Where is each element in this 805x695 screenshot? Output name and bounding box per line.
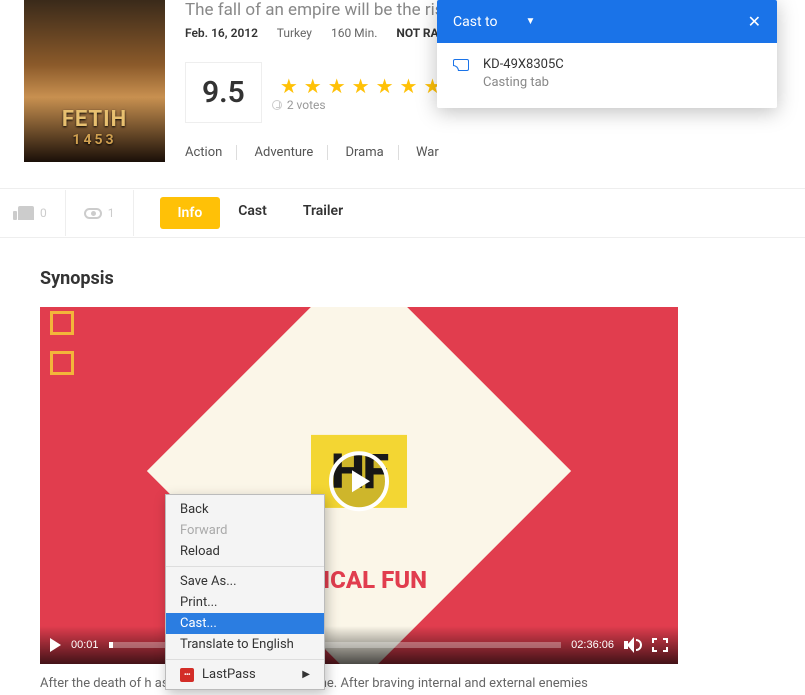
chevron-down-icon[interactable]: ▼ (525, 16, 535, 27)
tab-cast[interactable]: Cast (220, 189, 285, 237)
rating-score: 9.5 (185, 62, 262, 123)
cast-popup-header: Cast to ▼ ✕ (437, 0, 777, 43)
runtime: 160 Min. (331, 26, 377, 40)
play-overlay-button[interactable] (329, 451, 389, 511)
star-icon: ★ (352, 74, 370, 98)
fullscreen-button[interactable] (652, 638, 668, 652)
play-button[interactable] (50, 638, 61, 652)
thumb-up-icon (18, 206, 34, 220)
movie-poster[interactable]: FETIH 1453 (24, 0, 165, 162)
eye-icon (84, 208, 102, 219)
star-icon: ★ (328, 74, 346, 98)
volume-button[interactable] (624, 637, 642, 653)
context-menu: Back Forward Reload Save As... Print... … (165, 494, 325, 690)
cast-device-status: Casting tab (483, 75, 564, 90)
tab-trailer[interactable]: Trailer (285, 189, 361, 237)
ctx-back[interactable]: Back (166, 499, 324, 520)
genre-list: Action Adventure Drama War (185, 145, 805, 160)
cast-popup-title: Cast to (453, 14, 497, 30)
cast-popup: Cast to ▼ ✕ KD-49X8305C Casting tab (437, 0, 777, 108)
ctx-lastpass[interactable]: •••LastPass ▶ (166, 664, 324, 685)
poster-title-text: FETIH (62, 107, 127, 132)
current-time: 00:01 (71, 639, 99, 651)
ctx-translate[interactable]: Translate to English (166, 634, 324, 655)
synopsis-text: After the death of h ascends to the Otto… (40, 674, 765, 695)
ctx-reload[interactable]: Reload (166, 541, 324, 562)
ctx-save-as[interactable]: Save As... (166, 571, 324, 592)
rating-cert: NOT RA (396, 26, 438, 40)
lastpass-icon: ••• (180, 668, 194, 682)
star-icon: ★ (304, 74, 322, 98)
genre-link[interactable]: Drama (331, 145, 398, 160)
chevron-right-icon: ▶ (302, 669, 310, 680)
star-icon: ★ (400, 74, 418, 98)
ctx-cast[interactable]: Cast... (166, 613, 324, 634)
ctx-print[interactable]: Print... (166, 592, 324, 613)
ctx-forward: Forward (166, 520, 324, 541)
like-count: 0 (40, 206, 47, 220)
country: Turkey (277, 26, 312, 40)
star-icon: ★ (280, 74, 298, 98)
video-controls: 00:01 02:36:06 (40, 626, 678, 664)
star-icon: ★ (376, 74, 394, 98)
cast-device-name: KD-49X8305C (483, 57, 564, 72)
duration-time: 02:36:06 (571, 639, 614, 651)
like-button[interactable]: 0 (0, 190, 66, 236)
cast-device-icon (453, 59, 469, 71)
genre-link[interactable]: Action (185, 145, 237, 160)
release-date: Feb. 16, 2012 (185, 26, 258, 40)
views-counter: 1 (66, 190, 133, 236)
tab-info[interactable]: Info (160, 197, 221, 229)
poster-year-text: 1453 (62, 132, 127, 148)
cast-device-item[interactable]: KD-49X8305C Casting tab (453, 57, 761, 90)
close-icon[interactable]: ✕ (748, 12, 761, 31)
votes-icon (272, 100, 282, 110)
video-player[interactable]: HF ORICAL FUN 00:01 02:36:06 (40, 307, 678, 664)
genre-link[interactable]: War (402, 145, 453, 160)
view-count: 1 (108, 206, 115, 220)
genre-link[interactable]: Adventure (241, 145, 329, 160)
section-title-synopsis: Synopsis (40, 268, 765, 289)
